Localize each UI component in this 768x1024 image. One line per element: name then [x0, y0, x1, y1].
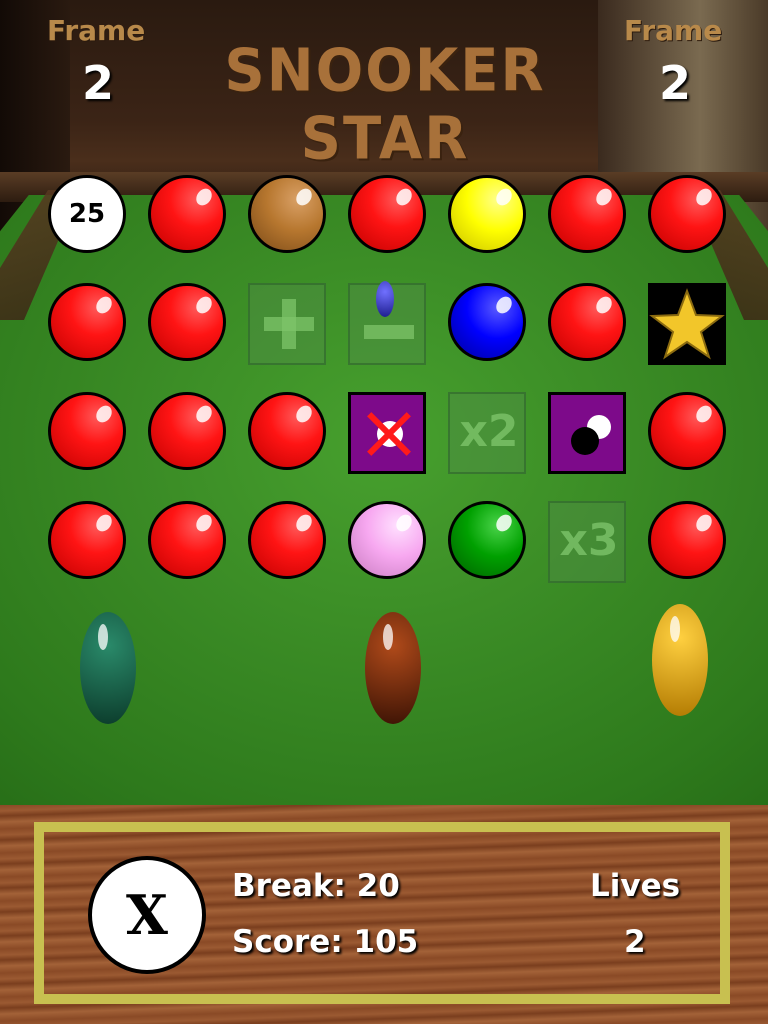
red-ball[interactable]	[48, 283, 126, 361]
pink-ball[interactable]	[348, 501, 426, 579]
grid-cell-red[interactable]	[647, 500, 727, 580]
multiplier-x3-label: x3	[559, 515, 619, 566]
minus-icon[interactable]	[348, 281, 426, 365]
red-ball[interactable]	[248, 501, 326, 579]
red-ball[interactable]	[548, 175, 626, 253]
decorative-yellow-ball	[652, 604, 708, 716]
grid-cell-minus-tile[interactable]	[347, 281, 427, 365]
grid-cell-red[interactable]	[547, 174, 627, 254]
blue-ball[interactable]	[448, 283, 526, 361]
decorative-brown-ball	[365, 612, 421, 724]
grid-cell-red[interactable]	[647, 391, 727, 471]
grid-cell-plus-tile[interactable]	[247, 282, 327, 365]
star-icon[interactable]	[648, 283, 726, 365]
grid-cell-red[interactable]	[647, 174, 727, 254]
grid-cell-x3-tile[interactable]: x3	[547, 500, 627, 583]
yellow-ball[interactable]	[448, 175, 526, 253]
grid-cell-red[interactable]	[247, 500, 327, 580]
white-bonus-ball-value: 25	[68, 199, 106, 229]
grid-cell-brown[interactable]	[247, 174, 327, 254]
green-ball[interactable]	[448, 501, 526, 579]
red-ball[interactable]	[148, 175, 226, 253]
multiplier-x2-tile[interactable]: x2	[448, 392, 526, 474]
black-white-ball-icon[interactable]	[548, 392, 626, 474]
cue-ball-cross-icon[interactable]	[348, 392, 426, 474]
grid-cell-red[interactable]	[147, 282, 227, 362]
red-ball[interactable]	[48, 501, 126, 579]
game-title: SNOOKER STAR	[224, 36, 546, 174]
red-ball[interactable]	[648, 392, 726, 470]
grid-cell-red[interactable]	[347, 174, 427, 254]
red-ball[interactable]	[648, 501, 726, 579]
grid-cell-red[interactable]	[47, 391, 127, 471]
red-ball[interactable]	[148, 283, 226, 361]
multiplier-x3-tile[interactable]: x3	[548, 501, 626, 583]
grid-cell-yellow[interactable]	[447, 174, 527, 254]
score-text: Score: 105	[232, 924, 419, 960]
grid-cell-white-25[interactable]: 25	[47, 174, 127, 254]
red-ball[interactable]	[348, 175, 426, 253]
red-ball[interactable]	[548, 283, 626, 361]
lives-value: 2	[624, 924, 646, 960]
grid-cell-red[interactable]	[147, 391, 227, 471]
red-ball[interactable]	[648, 175, 726, 253]
white-bonus-ball[interactable]: 25	[48, 175, 126, 253]
grid-cell-pink[interactable]	[347, 500, 427, 580]
plus-icon[interactable]	[248, 283, 326, 365]
grid-cell-cue-ball-cross-tile[interactable]	[347, 391, 427, 474]
grid-cell-red[interactable]	[247, 391, 327, 471]
frame-left-label: Frame	[47, 14, 146, 47]
grid-cell-red[interactable]	[147, 174, 227, 254]
brown-ball[interactable]	[248, 175, 326, 253]
grid-cell-x2-tile[interactable]: x2	[447, 391, 527, 474]
grid-cell-green[interactable]	[447, 500, 527, 580]
grid-cell-black-white-tile[interactable]	[547, 391, 627, 474]
grid-cell-star-tile[interactable]	[647, 282, 727, 365]
decorative-green-ball	[80, 612, 136, 724]
grid-cell-red[interactable]	[547, 282, 627, 362]
grid-cell-red[interactable]	[147, 500, 227, 580]
frame-right-label: Frame	[624, 14, 723, 47]
break-text: Break: 20	[232, 868, 400, 904]
frame-left-value: 2	[82, 56, 115, 110]
frame-right-value: 2	[659, 56, 692, 110]
red-ball[interactable]	[148, 392, 226, 470]
lives-label: Lives	[590, 868, 681, 904]
grid-cell-red[interactable]	[47, 500, 127, 580]
grid-cell-red[interactable]	[47, 282, 127, 362]
red-ball[interactable]	[48, 392, 126, 470]
exit-button-label: X	[126, 883, 168, 947]
multiplier-x2-label: x2	[459, 406, 519, 457]
grid-cell-blue[interactable]	[447, 282, 527, 362]
exit-button[interactable]: X	[88, 856, 206, 974]
red-ball[interactable]	[248, 392, 326, 470]
red-ball[interactable]	[148, 501, 226, 579]
